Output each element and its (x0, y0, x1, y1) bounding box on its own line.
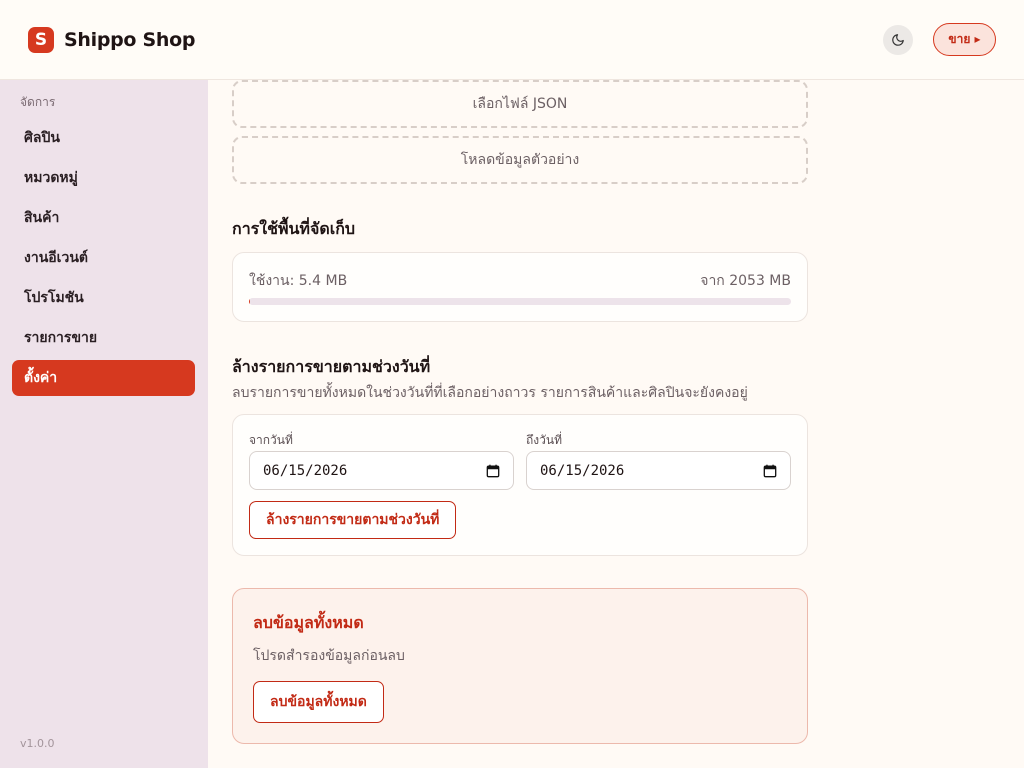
settings-content: เลือกไฟล์ JSON โหลดข้อมูลตัวอย่าง การใช้… (208, 80, 1024, 768)
moon-icon (892, 33, 904, 46)
sidebar-item-sales[interactable]: รายการขาย (12, 320, 195, 356)
sidebar-item-events[interactable]: งานอีเวนต์ (12, 240, 195, 276)
storage-progress-bar (249, 298, 791, 305)
sidebar-item-artists[interactable]: ศิลปิน (12, 120, 195, 156)
storage-used: ใช้งาน: 5.4 MB (249, 273, 348, 289)
clear-range-button[interactable]: ล้างรายการขายตามช่วงวันที่ (249, 501, 457, 539)
sidebar-section-label: จัดการ (20, 95, 56, 109)
calendar-icon[interactable] (763, 464, 777, 478)
sidebar-item-products[interactable]: สินค้า (12, 200, 195, 236)
storage-progress-fill (249, 298, 251, 305)
version-label: v1.0.0 (20, 737, 55, 750)
storage-card: ใช้งาน: 5.4 MB จาก 2053 MB (232, 252, 808, 322)
sidebar: จัดการ ศิลปิน หมวดหมู่ สินค้า งานอีเวนต์… (0, 80, 208, 768)
clear-range-description: ลบรายการขายทั้งหมดในช่วงวันที่ที่เลือกอย… (232, 385, 748, 401)
danger-description: โปรดสำรองข้อมูลก่อนลบ (253, 648, 405, 664)
danger-title: ลบข้อมูลทั้งหมด (253, 613, 364, 632)
choose-json-button[interactable]: เลือกไฟล์ JSON (232, 80, 808, 128)
to-date-input[interactable]: 06/15/2026 (526, 451, 791, 490)
from-date-value: 06/15/2026 (263, 462, 348, 479)
storage-total: จาก 2053 MB (700, 273, 791, 289)
app-name: Shippo Shop (64, 28, 196, 51)
from-date-label: จากวันที่ (249, 433, 293, 447)
storage-title: การใช้พื้นที่จัดเก็บ (232, 219, 356, 238)
sidebar-item-settings[interactable]: ตั้งค่า (12, 360, 195, 396)
theme-toggle-button[interactable] (883, 24, 913, 55)
from-date-input[interactable]: 06/15/2026 (249, 451, 514, 490)
sell-button[interactable]: ขาย ▸ (933, 23, 996, 56)
load-sample-button[interactable]: โหลดข้อมูลตัวอย่าง (232, 136, 808, 184)
sidebar-item-categories[interactable]: หมวดหมู่ (12, 160, 195, 196)
delete-all-button[interactable]: ลบข้อมูลทั้งหมด (253, 681, 384, 723)
clear-range-title: ล้างรายการขายตามช่วงวันที่ (232, 357, 431, 376)
to-date-label: ถึงวันที่ (526, 433, 562, 447)
app-header: S Shippo Shop ขาย ▸ (0, 0, 1024, 80)
calendar-icon[interactable] (486, 464, 500, 478)
sidebar-item-promotions[interactable]: โปรโมชัน (12, 280, 195, 316)
logo-icon: S (28, 26, 54, 53)
danger-zone-card: ลบข้อมูลทั้งหมด โปรดสำรองข้อมูลก่อนลบ ลบ… (232, 588, 808, 744)
to-date-value: 06/15/2026 (540, 462, 625, 479)
clear-range-card: จากวันที่ 06/15/2026 ถึงวันที่ 06/15/202… (232, 414, 808, 556)
